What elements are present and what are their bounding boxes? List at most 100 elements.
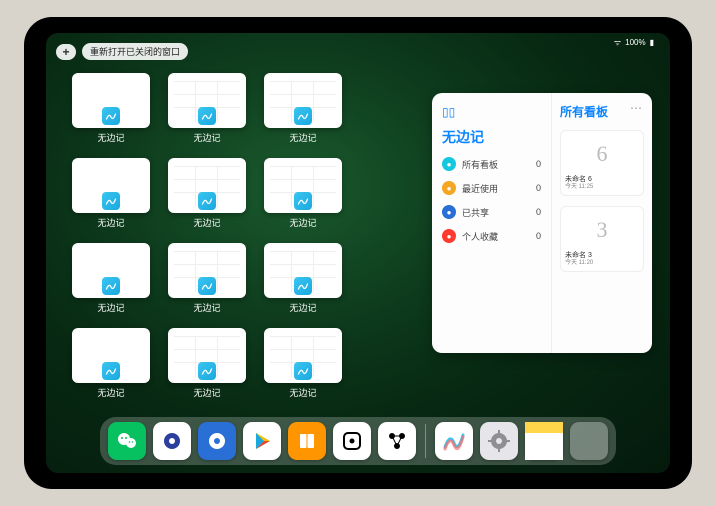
freeform-app-icon bbox=[102, 362, 120, 380]
category-icon: ● bbox=[442, 181, 456, 195]
category-count: 0 bbox=[536, 159, 541, 169]
window-preview bbox=[72, 328, 150, 383]
board-time: 今天 11:25 bbox=[565, 184, 639, 191]
window-thumb[interactable]: 无边记 bbox=[264, 243, 342, 314]
window-thumb-label: 无边记 bbox=[97, 216, 124, 229]
freeform-app-icon bbox=[102, 192, 120, 210]
board-preview: 6 bbox=[565, 135, 639, 174]
dock-app-connect[interactable] bbox=[378, 422, 416, 460]
wifi-icon: ᯤ bbox=[614, 37, 621, 48]
more-icon[interactable]: ⋯ bbox=[630, 101, 642, 115]
panel-content: 所有看板 6未命名 6今天 11:253未命名 3今天 11:20 bbox=[552, 93, 652, 353]
window-thumb[interactable]: 无边记 bbox=[168, 328, 246, 399]
freeform-app-icon bbox=[102, 107, 120, 125]
window-preview bbox=[264, 328, 342, 383]
window-thumb[interactable]: 无边记 bbox=[168, 73, 246, 144]
window-thumb-label: 无边记 bbox=[193, 131, 220, 144]
window-preview bbox=[168, 243, 246, 298]
window-thumbnail-grid: 无边记无边记无边记无边记无边记无边记无边记无边记无边记无边记无边记无边记 bbox=[72, 73, 432, 399]
dock-app-freeform[interactable] bbox=[435, 422, 473, 460]
window-thumb-label: 无边记 bbox=[193, 216, 220, 229]
board-preview: 3 bbox=[565, 211, 639, 250]
battery-text: 100% bbox=[625, 38, 645, 47]
reopen-closed-window-button[interactable]: 重新打开已关闭的窗口 bbox=[82, 43, 188, 60]
board-item[interactable]: 3未命名 3今天 11:20 bbox=[560, 206, 644, 272]
window-thumb-label: 无边记 bbox=[97, 301, 124, 314]
panel-title: 无边记 bbox=[442, 127, 541, 147]
topbar: + 重新打开已关闭的窗口 bbox=[56, 43, 188, 60]
category-label: 个人收藏 bbox=[462, 230, 498, 243]
window-preview bbox=[72, 158, 150, 213]
window-thumb-label: 无边记 bbox=[289, 216, 316, 229]
window-thumb[interactable]: 无边记 bbox=[72, 73, 150, 144]
window-thumb-label: 无边记 bbox=[193, 301, 220, 314]
window-preview bbox=[72, 73, 150, 128]
freeform-app-icon bbox=[294, 362, 312, 380]
window-preview bbox=[264, 73, 342, 128]
freeform-app-icon bbox=[294, 107, 312, 125]
category-icon: ● bbox=[442, 157, 456, 171]
category-count: 0 bbox=[536, 231, 541, 241]
sidebar-icon: ▯▯ bbox=[442, 105, 455, 119]
window-preview bbox=[168, 73, 246, 128]
window-thumb-label: 无边记 bbox=[289, 131, 316, 144]
window-thumb-label: 无边记 bbox=[97, 386, 124, 399]
dock-app-quark-hd[interactable] bbox=[153, 422, 191, 460]
dock-app-notes[interactable] bbox=[525, 422, 563, 460]
panel-sidebar: ▯▯ 无边记 ● 所有看板 0 ● 最近使用 0 ● 已共享 0 ● 个人收藏 0 bbox=[432, 93, 552, 353]
dock-app-quark[interactable] bbox=[198, 422, 236, 460]
freeform-app-icon bbox=[294, 277, 312, 295]
dock-app-folder[interactable] bbox=[570, 422, 608, 460]
window-preview bbox=[264, 158, 342, 213]
category-label: 所有看板 bbox=[462, 158, 498, 171]
window-thumb[interactable]: 无边记 bbox=[168, 158, 246, 229]
freeform-app-icon bbox=[102, 277, 120, 295]
board-name: 未命名 3 bbox=[565, 250, 639, 260]
window-thumb-label: 无边记 bbox=[97, 131, 124, 144]
category-count: 0 bbox=[536, 183, 541, 193]
window-thumb[interactable]: 无边记 bbox=[72, 158, 150, 229]
category-icon: ● bbox=[442, 205, 456, 219]
dock-app-books[interactable] bbox=[288, 422, 326, 460]
category-item[interactable]: ● 最近使用 0 bbox=[442, 181, 541, 195]
window-thumb[interactable]: 无边记 bbox=[168, 243, 246, 314]
dock bbox=[100, 417, 616, 465]
freeform-panel: ⋯ ▯▯ 无边记 ●所有看板0●最近使用0●已共享0●个人收藏0 所有看板 6未… bbox=[432, 93, 652, 353]
battery-icon: ▮ bbox=[650, 38, 654, 47]
category-item[interactable]: ● 所有看板 0 bbox=[442, 157, 541, 171]
status-bar: ᯤ 100% ▮ bbox=[614, 37, 654, 48]
window-thumb[interactable]: 无边记 bbox=[72, 243, 150, 314]
category-icon: ● bbox=[442, 229, 456, 243]
window-thumb-label: 无边记 bbox=[193, 386, 220, 399]
window-preview bbox=[72, 243, 150, 298]
category-item[interactable]: ● 已共享 0 bbox=[442, 205, 541, 219]
board-time: 今天 11:20 bbox=[565, 260, 639, 267]
new-window-button[interactable]: + bbox=[56, 44, 76, 60]
window-thumb[interactable]: 无边记 bbox=[264, 328, 342, 399]
dock-app-settings[interactable] bbox=[480, 422, 518, 460]
dock-app-dice[interactable] bbox=[333, 422, 371, 460]
window-thumb-label: 无边记 bbox=[289, 301, 316, 314]
screen: ᯤ 100% ▮ + 重新打开已关闭的窗口 无边记无边记无边记无边记无边记无边记… bbox=[46, 33, 670, 473]
freeform-app-icon bbox=[198, 192, 216, 210]
window-thumb-label: 无边记 bbox=[289, 386, 316, 399]
window-thumb[interactable]: 无边记 bbox=[72, 328, 150, 399]
window-preview bbox=[264, 243, 342, 298]
board-item[interactable]: 6未命名 6今天 11:25 bbox=[560, 130, 644, 196]
freeform-app-icon bbox=[198, 107, 216, 125]
freeform-app-icon bbox=[294, 192, 312, 210]
category-count: 0 bbox=[536, 207, 541, 217]
category-label: 已共享 bbox=[462, 206, 489, 219]
window-thumb[interactable]: 无边记 bbox=[264, 73, 342, 144]
category-label: 最近使用 bbox=[462, 182, 498, 195]
dock-separator bbox=[425, 424, 426, 458]
dock-app-wechat[interactable] bbox=[108, 422, 146, 460]
category-item[interactable]: ● 个人收藏 0 bbox=[442, 229, 541, 243]
board-name: 未命名 6 bbox=[565, 174, 639, 184]
window-preview bbox=[168, 158, 246, 213]
dock-app-play[interactable] bbox=[243, 422, 281, 460]
ipad-frame: ᯤ 100% ▮ + 重新打开已关闭的窗口 无边记无边记无边记无边记无边记无边记… bbox=[24, 17, 692, 489]
freeform-app-icon bbox=[198, 362, 216, 380]
window-preview bbox=[168, 328, 246, 383]
window-thumb[interactable]: 无边记 bbox=[264, 158, 342, 229]
